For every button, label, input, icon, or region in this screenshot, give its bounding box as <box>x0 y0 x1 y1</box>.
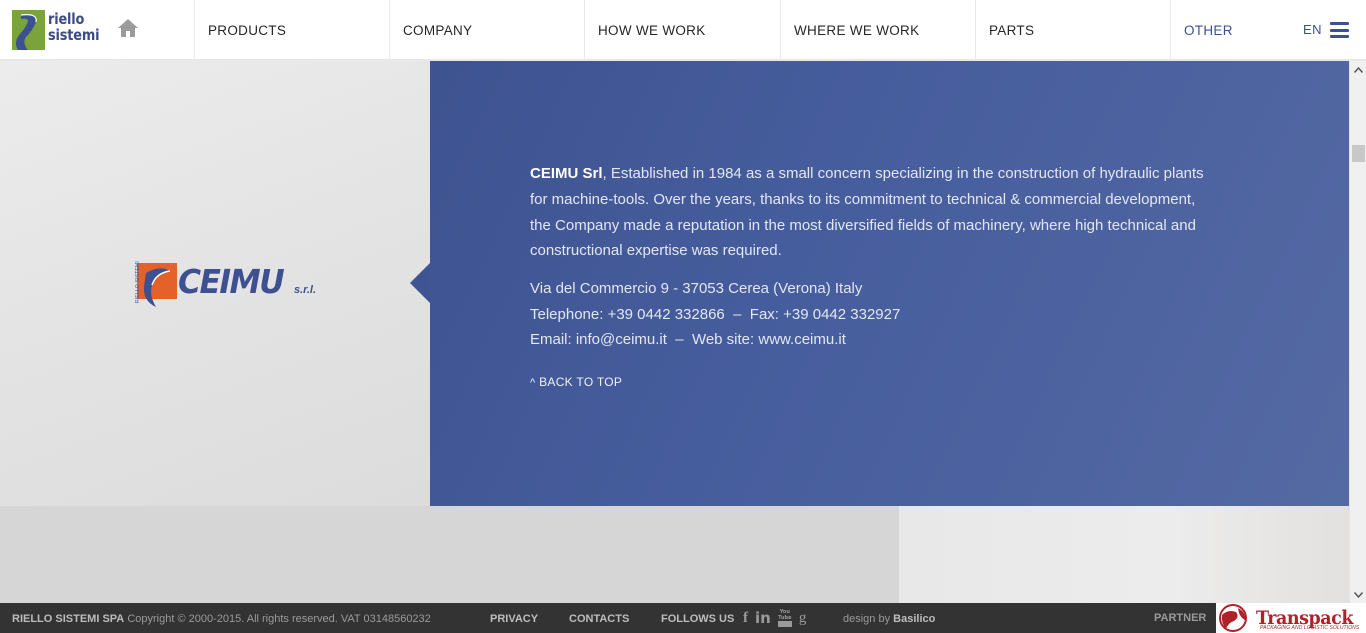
facebook-icon[interactable]: f <box>743 610 748 627</box>
footer-design-credit: design by Basilico <box>843 613 935 625</box>
footer-partner-label: PARTNER <box>1154 612 1207 624</box>
footer-copyright: RIELLO SISTEMI SPA Copyright © 2000-2015… <box>12 613 431 625</box>
company-name: CEIMU Srl <box>530 165 603 182</box>
youtube-icon[interactable]: You Tube <box>777 609 792 627</box>
transpack-globe-icon <box>1219 604 1247 632</box>
footer-company: RIELLO SISTEMI SPA <box>12 613 125 625</box>
company-telephone[interactable]: Telephone: +39 0442 332866 – Fax: +39 04… <box>530 302 1220 328</box>
back-to-top-label: BACK TO TOP <box>539 375 623 389</box>
scroll-down-arrow-icon[interactable] <box>1350 586 1366 603</box>
ceimu-logo-suffix: s.r.l. <box>294 284 317 296</box>
partner-tagline: PACKAGING AND LOGISTIC SOLUTIONS <box>1260 625 1360 631</box>
linkedin-icon[interactable]: in <box>755 609 771 627</box>
footer-contacts-link[interactable]: CONTACTS <box>569 613 629 625</box>
nav-where-we-work[interactable]: WHERE WE WORK <box>780 0 975 60</box>
scroll-up-arrow-icon[interactable] <box>1350 61 1366 78</box>
riello-logo-mark <box>12 10 45 50</box>
hamburger-menu-icon[interactable] <box>1330 22 1349 38</box>
nav-products[interactable]: PRODUCTS <box>194 0 389 60</box>
logo-wordmark: riello sistemi <box>48 10 100 44</box>
page-scrollbar[interactable] <box>1349 61 1366 603</box>
next-section-image <box>0 506 899 603</box>
company-address: Via del Commercio 9 - 37053 Cerea (Veron… <box>530 280 863 297</box>
logo-line-2: sistemi <box>48 26 100 44</box>
nav-company[interactable]: COMPANY <box>389 0 584 60</box>
footer-copyright-text: Copyright © 2000-2015. All rights reserv… <box>127 613 431 625</box>
nav-parts[interactable]: PARTS <box>975 0 1170 60</box>
ceimu-logo-name: CEIMU <box>178 262 285 301</box>
footer-privacy-link[interactable]: PRIVACY <box>490 613 538 625</box>
riello-sistemi-logo[interactable]: riello sistemi <box>12 10 108 54</box>
company-email-website[interactable]: Email: info@ceimu.it – Web site: www.cei… <box>530 327 1220 353</box>
footer-designer-link[interactable]: Basilico <box>893 613 935 625</box>
company-description-text: , Established in 1984 as a small concern… <box>530 165 1204 260</box>
home-icon[interactable] <box>117 18 139 38</box>
chevron-up-icon: ^ <box>530 377 536 389</box>
transpack-partner-logo[interactable]: Transpack PACKAGING AND LOGISTIC SOLUTIO… <box>1216 603 1366 633</box>
site-header: riello sistemi PRODUCTS COMPANY HOW WE W… <box>0 0 1366 60</box>
logo-line-1: riello <box>48 10 85 28</box>
ceimu-logo-side-text: RIELLO SISTEMI <box>134 261 141 303</box>
footer-follows-label: FOLLOWS US <box>661 613 735 625</box>
nav-how-we-work[interactable]: HOW WE WORK <box>584 0 780 60</box>
company-contacts: Via del Commercio 9 - 37053 Cerea (Veron… <box>530 276 1220 353</box>
language-selector[interactable]: EN <box>1303 22 1322 37</box>
google-plus-icon[interactable]: g <box>799 610 807 627</box>
scrollbar-thumb[interactable] <box>1352 145 1365 162</box>
back-to-top-link[interactable]: ^ BACK TO TOP <box>530 375 622 389</box>
partner-name: Transpack <box>1256 606 1353 629</box>
social-links: f in You Tube g <box>743 609 806 627</box>
nav-other[interactable]: OTHER <box>1170 0 1290 60</box>
main-nav: PRODUCTS COMPANY HOW WE WORK WHERE WE WO… <box>194 0 1290 60</box>
company-description: CEIMU Srl, Established in 1984 as a smal… <box>530 161 1220 264</box>
next-section-image-right <box>899 506 1349 603</box>
ceimu-logo: RIELLO SISTEMI CEIMU s.r.l. <box>130 261 325 315</box>
footer-design-by: design by <box>843 613 891 625</box>
panel-pointer-arrow <box>410 263 430 303</box>
site-footer: RIELLO SISTEMI SPA Copyright © 2000-2015… <box>0 603 1366 633</box>
